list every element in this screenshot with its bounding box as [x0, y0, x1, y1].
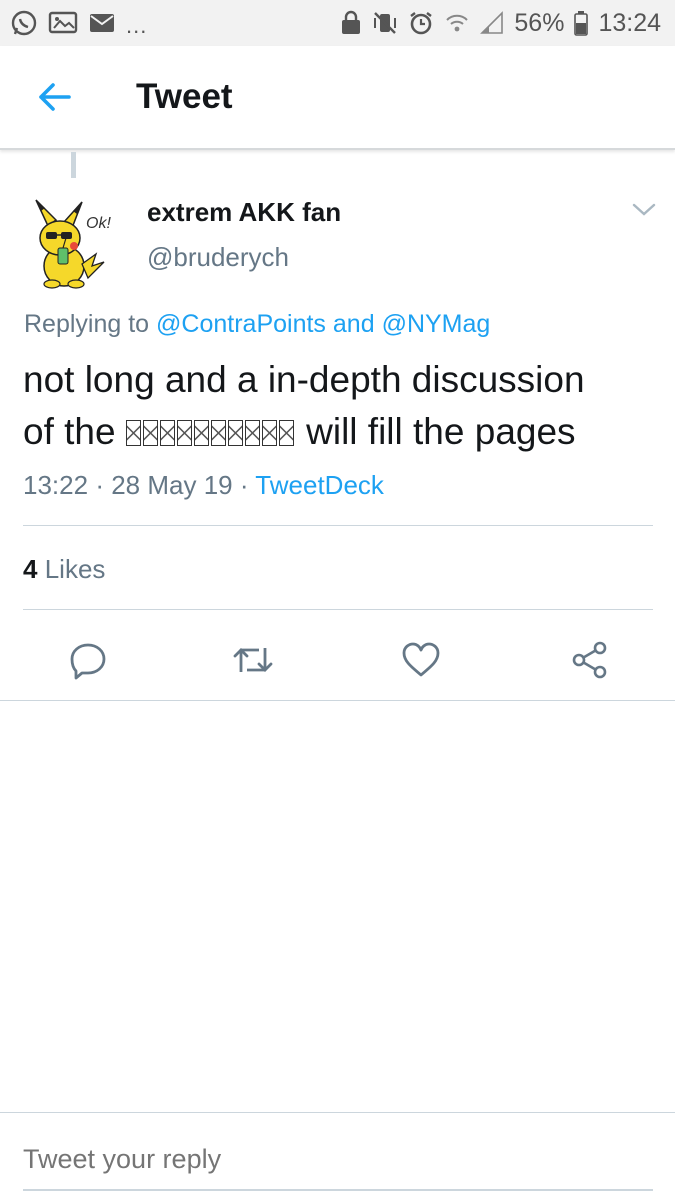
tweet-text-line-1: not long and a in-depth discussion — [23, 359, 585, 400]
mail-icon — [88, 12, 116, 34]
battery-icon — [574, 10, 589, 36]
likes-count: 4 — [23, 554, 38, 584]
back-button[interactable] — [24, 67, 84, 127]
missing-glyph-box — [210, 420, 226, 446]
user-handle[interactable]: @bruderych — [147, 242, 289, 273]
retweet-icon — [233, 648, 273, 672]
missing-glyph-box — [278, 420, 294, 446]
whatsapp-icon — [10, 9, 38, 37]
avatar[interactable]: Ok! — [22, 192, 130, 292]
missing-glyph-box — [244, 420, 260, 446]
missing-glyph-box — [227, 420, 243, 446]
avatar-ok-text: Ok! — [86, 215, 111, 232]
tweet-text-before-glyphs: of the — [23, 411, 126, 452]
tweet-time: 13:22 — [23, 470, 89, 500]
overflow-dots: ... — [126, 13, 148, 38]
status-bar-right: 56% 13:24 — [340, 9, 661, 38]
missing-glyph-box — [142, 420, 158, 446]
status-bar-left: ... — [10, 7, 147, 39]
share-button[interactable] — [565, 635, 615, 685]
chevron-down-icon — [632, 203, 656, 216]
missing-glyph-box — [159, 420, 175, 446]
divider — [23, 609, 653, 610]
replying-to-label: Replying to — [24, 310, 150, 338]
tweet-client-link[interactable]: TweetDeck — [255, 470, 384, 500]
more-options-button[interactable] — [630, 200, 658, 220]
like-icon — [402, 642, 440, 677]
reply-input[interactable] — [23, 1139, 653, 1179]
replying-to-line: Replying to @ContraPoints and @NYMag — [24, 310, 490, 339]
mute-vibrate-icon — [372, 10, 398, 36]
mention-joiner: and — [332, 310, 375, 338]
tweet-date: 28 May 19 — [111, 470, 233, 500]
tweet-actions — [0, 635, 675, 699]
missing-glyph-box — [176, 420, 192, 446]
meta-separator: · — [239, 470, 249, 500]
meta-separator: · — [95, 470, 104, 500]
status-bar: ... 56% 13:24 — [0, 0, 675, 46]
thread-connector-line — [71, 152, 76, 178]
unrendered-glyphs — [125, 411, 296, 452]
reply-input-underline — [23, 1189, 653, 1191]
reply-bar — [0, 1112, 675, 1200]
reply-button[interactable] — [63, 635, 113, 685]
retweet-button[interactable] — [228, 635, 278, 685]
divider — [0, 700, 675, 701]
share-icon — [572, 641, 607, 679]
divider — [23, 525, 653, 526]
missing-glyph-box — [125, 420, 141, 446]
missing-glyph-box — [193, 420, 209, 446]
tweet-text-line-2: of the will fill the pages — [23, 406, 663, 458]
arrow-left-icon — [39, 83, 71, 111]
alarm-icon — [408, 10, 434, 36]
likes-label: Likes — [44, 554, 106, 584]
likes-count-link[interactable]: 4 Likes — [23, 554, 105, 585]
missing-glyph-box — [261, 420, 277, 446]
app-header: Tweet — [0, 46, 675, 150]
user-display-name[interactable]: extrem AKK fan — [147, 197, 341, 228]
image-message-icon — [48, 10, 78, 36]
tweet-meta: 13:22 · 28 May 19 · TweetDeck — [23, 470, 384, 501]
mention-link-contrapoints[interactable]: @ContraPoints — [156, 310, 326, 338]
lock-icon — [340, 10, 362, 36]
battery-percent: 56% — [514, 8, 565, 37]
tweet-text-after-glyphs: will fill the pages — [295, 411, 576, 452]
like-button[interactable] — [396, 635, 446, 685]
tweet-text: not long and a in-depth discussion of th… — [23, 354, 663, 458]
status-time: 13:24 — [598, 8, 661, 37]
pikachu-avatar-image: Ok! — [35, 199, 111, 289]
signal-icon — [480, 11, 504, 35]
reply-icon — [70, 643, 106, 680]
page-title: Tweet — [136, 77, 233, 116]
wifi-icon — [444, 10, 470, 36]
mention-link-nymag[interactable]: @NYMag — [382, 310, 491, 338]
